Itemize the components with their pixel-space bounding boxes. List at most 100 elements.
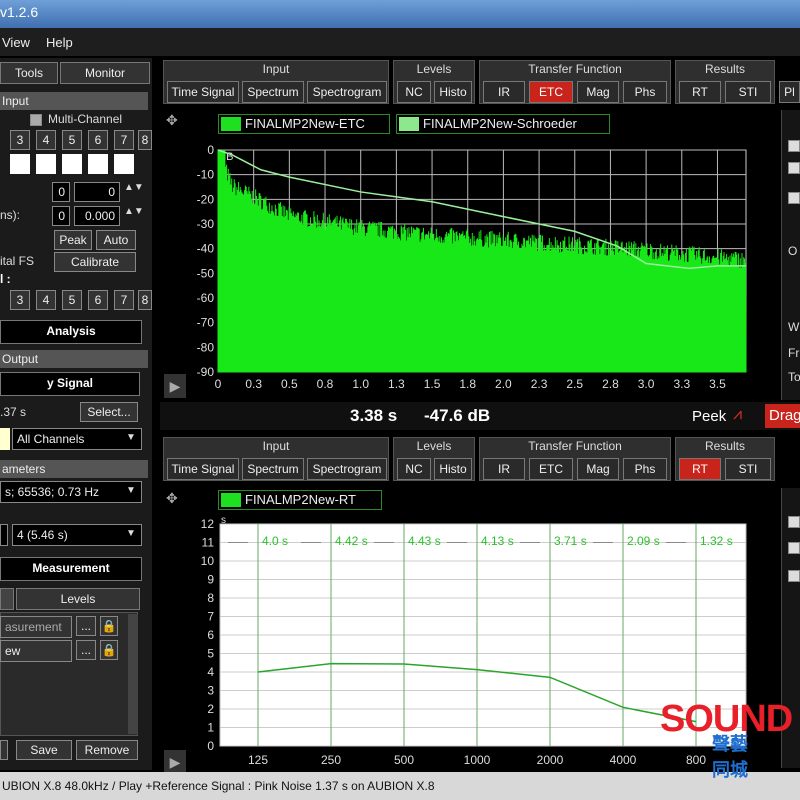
- time-signal-button-2[interactable]: Time Signal: [167, 458, 239, 480]
- y-tick-label: 0: [207, 739, 214, 753]
- save-button[interactable]: Save: [16, 740, 72, 760]
- sti-button-2[interactable]: STI: [725, 458, 771, 480]
- more-button[interactable]: ...: [76, 616, 96, 636]
- play-signal-button[interactable]: y Signal: [0, 372, 140, 396]
- option-checkbox[interactable]: [788, 542, 800, 554]
- legend-schroeder[interactable]: FINALMP2New-Schroeder: [396, 114, 610, 134]
- play-icon[interactable]: ▶: [164, 374, 186, 398]
- remove-button[interactable]: Remove: [76, 740, 138, 760]
- pl-button[interactable]: Pl: [779, 81, 800, 103]
- gain-field-2[interactable]: 0: [74, 182, 120, 202]
- out-channel-4[interactable]: 4: [36, 290, 56, 310]
- histo-button-2[interactable]: Histo: [434, 458, 472, 480]
- multichannel-checkbox[interactable]: [30, 114, 42, 126]
- calibrate-button[interactable]: Calibrate: [54, 252, 136, 272]
- status-text: UBION X.8 48.0kHz / Play +Reference Sign…: [2, 779, 435, 793]
- gain-field[interactable]: 0: [52, 182, 70, 202]
- move-handle-icon[interactable]: ✥: [166, 490, 178, 507]
- channels-select[interactable]: All Channels: [12, 428, 142, 450]
- drag-button[interactable]: Drag: [765, 404, 800, 428]
- mag-button[interactable]: Mag: [577, 81, 619, 103]
- time-signal-button[interactable]: Time Signal: [167, 81, 239, 103]
- select-button[interactable]: Select...: [80, 402, 138, 422]
- etc-button[interactable]: ETC: [529, 81, 573, 103]
- move-handle-icon[interactable]: ✥: [166, 112, 178, 129]
- y-tick-label: 2: [207, 702, 214, 716]
- channel-7[interactable]: 7: [114, 130, 134, 150]
- out-channel-5[interactable]: 5: [62, 290, 82, 310]
- etc-button-2[interactable]: ETC: [529, 458, 573, 480]
- rt-button[interactable]: RT: [679, 81, 721, 103]
- readout-time: 3.38 s: [350, 406, 398, 425]
- channel-indicator: [88, 154, 108, 174]
- delay-field-2[interactable]: 0.000: [74, 206, 120, 226]
- phs-button[interactable]: Phs: [623, 81, 667, 103]
- option-checkbox[interactable]: [788, 192, 800, 204]
- out-channel-3[interactable]: 3: [10, 290, 30, 310]
- option-checkbox[interactable]: [788, 162, 800, 174]
- spectrum-button-2[interactable]: Spectrum: [242, 458, 304, 480]
- etc-chart[interactable]: 0-10-20-30-40-50-60-70-80-90dB0 0.3 0.5 0.8…: [160, 138, 780, 400]
- x-tick-label: 1.0: [352, 377, 369, 391]
- option-checkbox[interactable]: [788, 516, 800, 528]
- channel-4[interactable]: 4: [36, 130, 56, 150]
- channel-3[interactable]: 3: [10, 130, 30, 150]
- average-select[interactable]: 4 (5.46 s): [12, 524, 142, 546]
- out-channel-8[interactable]: 8: [138, 290, 152, 310]
- option-checkbox[interactable]: [788, 140, 800, 152]
- analysis-button[interactable]: Analysis: [0, 320, 142, 344]
- out-channel-6[interactable]: 6: [88, 290, 108, 310]
- legend-swatch: [399, 117, 419, 131]
- add-button[interactable]: [0, 740, 8, 760]
- option-checkbox[interactable]: [788, 570, 800, 582]
- title-bar: v1.2.6: [0, 0, 800, 28]
- list-item[interactable]: asurement: [0, 616, 72, 638]
- peek-label[interactable]: Peek: [692, 408, 726, 425]
- nc-button[interactable]: NC: [397, 81, 431, 103]
- avg-toggle[interactable]: [0, 524, 8, 546]
- peak-button[interactable]: Peak: [54, 230, 92, 250]
- more-button[interactable]: ...: [76, 640, 96, 660]
- spin-icon[interactable]: ▲▼: [124, 206, 144, 217]
- lock-icon[interactable]: 🔒: [100, 616, 118, 636]
- rt-button-2[interactable]: RT: [679, 458, 721, 480]
- list-scrollbar[interactable]: [128, 614, 138, 734]
- band-label: 4.42 s: [335, 534, 368, 548]
- y-tick-label: -60: [197, 291, 215, 305]
- list-item[interactable]: ew: [0, 640, 72, 662]
- sti-button[interactable]: STI: [725, 81, 771, 103]
- tab-measurements[interactable]: [0, 588, 14, 610]
- mag-button-2[interactable]: Mag: [577, 458, 619, 480]
- tab-tools[interactable]: Tools: [0, 62, 58, 84]
- spin-icon[interactable]: ▲▼: [124, 182, 144, 193]
- spectrum-button[interactable]: Spectrum: [242, 81, 304, 103]
- y-tick-label: 12: [201, 517, 215, 531]
- ir-button-2[interactable]: IR: [483, 458, 525, 480]
- legend-etc[interactable]: FINALMP2New-ETC: [218, 114, 390, 134]
- ir-button[interactable]: IR: [483, 81, 525, 103]
- x-tick-label: 3.0: [638, 377, 655, 391]
- watermark-sub2: 同城: [712, 760, 748, 780]
- menu-help[interactable]: Help: [46, 35, 73, 50]
- histo-button[interactable]: Histo: [434, 81, 472, 103]
- channel-8[interactable]: 8: [138, 130, 152, 150]
- out-channel-7[interactable]: 7: [114, 290, 134, 310]
- delay-field[interactable]: 0: [52, 206, 70, 226]
- fft-select[interactable]: s; 65536; 0.73 Hz: [0, 481, 142, 503]
- lock-icon[interactable]: 🔒: [100, 640, 118, 660]
- spectrogram-button-2[interactable]: Spectrogram: [307, 458, 387, 480]
- spectrogram-button[interactable]: Spectrogram: [307, 81, 387, 103]
- legend-rt[interactable]: FINALMP2New-RT: [218, 490, 382, 510]
- tab-levels[interactable]: Levels: [16, 588, 140, 610]
- play-icon[interactable]: ▶: [164, 750, 186, 774]
- channel-6[interactable]: 6: [88, 130, 108, 150]
- phs-button-2[interactable]: Phs: [623, 458, 667, 480]
- auto-button[interactable]: Auto: [96, 230, 136, 250]
- nc-button-2[interactable]: NC: [397, 458, 431, 480]
- band-label: 4.0 s: [262, 534, 288, 548]
- menu-view[interactable]: View: [2, 35, 30, 50]
- channel-5[interactable]: 5: [62, 130, 82, 150]
- legend-swatch: [221, 117, 241, 131]
- tab-monitor[interactable]: Monitor: [60, 62, 150, 84]
- measurement-button[interactable]: Measurement: [0, 557, 142, 581]
